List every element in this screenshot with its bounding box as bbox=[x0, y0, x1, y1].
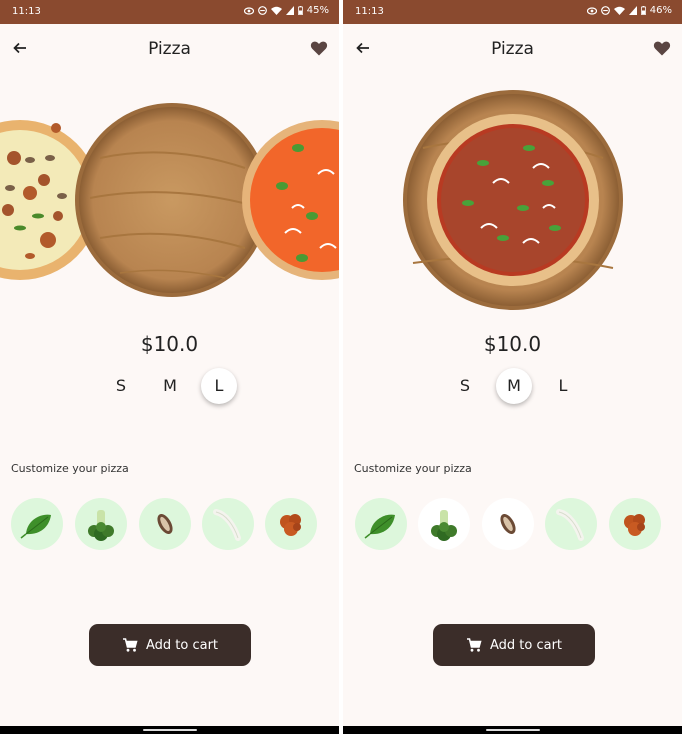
broccoli-icon bbox=[88, 510, 114, 541]
topping-basil-button[interactable] bbox=[355, 498, 407, 550]
battery-icon bbox=[297, 6, 303, 15]
orange-pizza bbox=[242, 120, 339, 280]
battery-icon bbox=[640, 6, 646, 15]
toppings-list bbox=[0, 498, 339, 554]
cart-icon bbox=[466, 638, 482, 652]
onion-icon bbox=[556, 509, 584, 541]
tomato-pizza bbox=[427, 114, 599, 286]
size-selector: S M L bbox=[343, 368, 682, 406]
topping-sausage-button[interactable] bbox=[265, 498, 317, 550]
wifi-icon bbox=[613, 6, 625, 15]
add-to-cart-button[interactable]: Add to cart bbox=[433, 624, 595, 666]
topping-basil-button[interactable] bbox=[11, 498, 63, 550]
size-s-button[interactable]: S bbox=[103, 368, 139, 404]
signal-icon bbox=[628, 6, 637, 15]
dnd-icon bbox=[600, 6, 610, 15]
size-l-button[interactable]: L bbox=[201, 368, 237, 404]
wifi-icon bbox=[270, 6, 282, 15]
status-time: 11:13 bbox=[12, 6, 41, 17]
battery-percent: 45% bbox=[306, 5, 329, 16]
page-title: Pizza bbox=[148, 39, 191, 59]
app-bar: Pizza bbox=[0, 24, 339, 72]
topping-broccoli-button[interactable] bbox=[75, 498, 127, 550]
topping-mushroom-button[interactable] bbox=[482, 498, 534, 550]
topping-mushroom-button[interactable] bbox=[139, 498, 191, 550]
size-s-button[interactable]: S bbox=[447, 368, 483, 404]
topping-sausage-button[interactable] bbox=[609, 498, 661, 550]
wooden-board bbox=[75, 103, 269, 297]
page-title: Pizza bbox=[491, 39, 534, 59]
add-to-cart-button[interactable]: Add to cart bbox=[89, 624, 251, 666]
status-icons: 45% bbox=[243, 5, 329, 16]
home-handle[interactable] bbox=[486, 729, 540, 731]
eye-icon bbox=[243, 6, 254, 15]
mushroom-icon bbox=[500, 514, 516, 534]
size-m-button[interactable]: M bbox=[496, 368, 532, 404]
screen-left: 11:13 45% Pizza $10.0 S M L Customize yo… bbox=[0, 0, 339, 734]
basil-icon bbox=[364, 514, 395, 539]
basil-icon bbox=[20, 514, 51, 539]
size-m-button[interactable]: M bbox=[152, 368, 188, 404]
price-label: $10.0 bbox=[483, 332, 542, 356]
cart-icon bbox=[122, 638, 138, 652]
price-label: $10.0 bbox=[140, 332, 199, 356]
eye-icon bbox=[586, 6, 597, 15]
add-to-cart-label: Add to cart bbox=[489, 637, 563, 653]
nav-bar bbox=[0, 726, 339, 734]
dnd-icon bbox=[257, 6, 267, 15]
size-l-button[interactable]: L bbox=[545, 368, 581, 404]
screen-right: 11:13 46% Pizza $10.0 S M L Customize yo… bbox=[343, 0, 682, 734]
size-selector: S M L bbox=[0, 368, 339, 406]
app-bar: Pizza bbox=[343, 24, 682, 72]
customize-label: Customize your pizza bbox=[354, 462, 472, 475]
heart-icon[interactable] bbox=[309, 38, 329, 58]
heart-icon[interactable] bbox=[652, 38, 672, 58]
battery-percent: 46% bbox=[649, 5, 672, 16]
topping-onion-button[interactable] bbox=[202, 498, 254, 550]
status-bar: 11:13 45% bbox=[0, 0, 339, 24]
pizza-carousel[interactable] bbox=[343, 88, 682, 313]
signal-icon bbox=[285, 6, 294, 15]
topping-onion-button[interactable] bbox=[545, 498, 597, 550]
status-icons: 46% bbox=[586, 5, 672, 16]
toppings-list bbox=[343, 498, 682, 554]
status-bar: 11:13 46% bbox=[343, 0, 682, 24]
home-handle[interactable] bbox=[143, 729, 197, 731]
topping-broccoli-button[interactable] bbox=[418, 498, 470, 550]
status-time: 11:13 bbox=[355, 6, 384, 17]
broccoli-icon bbox=[431, 510, 457, 541]
sausage-icon bbox=[624, 514, 645, 536]
nav-bar bbox=[343, 726, 682, 734]
pizza-carousel[interactable] bbox=[0, 88, 339, 313]
onion-icon bbox=[213, 509, 241, 541]
add-to-cart-label: Add to cart bbox=[145, 637, 219, 653]
sausage-icon bbox=[280, 514, 301, 536]
customize-label: Customize your pizza bbox=[11, 462, 129, 475]
mushroom-icon bbox=[157, 514, 173, 534]
